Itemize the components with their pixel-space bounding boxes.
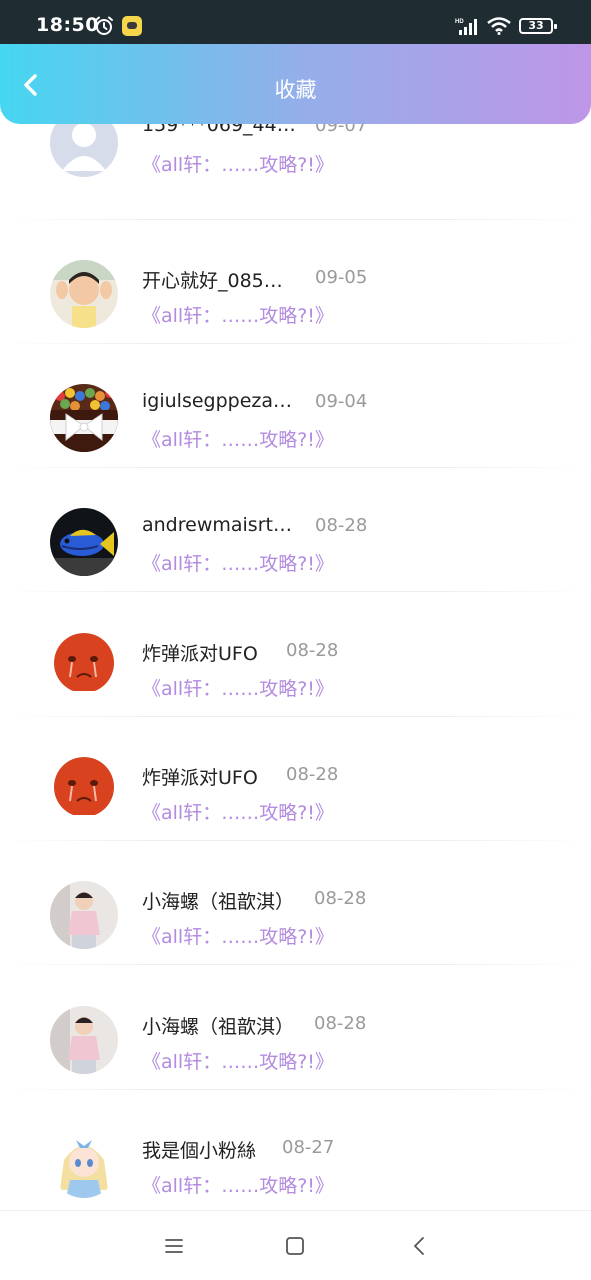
- svg-text:HD: HD: [455, 19, 464, 25]
- date: 09-05: [315, 267, 368, 288]
- crying-tomato-avatar: [50, 633, 118, 701]
- default-person-avatar: [50, 124, 118, 177]
- wifi-icon: [487, 17, 511, 35]
- list-item[interactable]: igiulsegppeza… 09-04 《all轩：……攻略?!》: [0, 344, 591, 468]
- username: 小海螺（祖歆淇）: [142, 891, 295, 913]
- back-triangle-icon[interactable]: [408, 1235, 430, 1257]
- list-item[interactable]: 我是個小粉絲 08-27 《all轩：……攻略?!》: [0, 1090, 591, 1210]
- system-nav-bar: [0, 1210, 591, 1280]
- username: 炸弹派对UFO: [142, 767, 258, 789]
- home-square-icon[interactable]: [284, 1235, 306, 1257]
- notes-app-icon: [122, 16, 142, 36]
- list-item[interactable]: 开心就好_085… 09-05 《all轩：……攻略?!》: [0, 220, 591, 344]
- date: 08-28: [286, 640, 339, 661]
- battery-level: 33: [528, 19, 544, 32]
- status-bar: 18:50 HD 33: [0, 0, 591, 44]
- username: 开心就好_085…: [142, 270, 283, 292]
- post-title-link[interactable]: 《all轩：……攻略?!》: [142, 798, 334, 825]
- favorites-list[interactable]: 159***069_44… 09-07 《all轩：……攻略?!》 开心就好_0…: [0, 124, 591, 1210]
- divider: [0, 964, 591, 965]
- post-title-link[interactable]: 《all轩：……攻略?!》: [142, 150, 334, 177]
- date: 08-28: [314, 888, 367, 909]
- date: 08-28: [286, 764, 339, 785]
- hd-signal-icon: HD: [455, 17, 479, 35]
- child-photo-avatar: [50, 260, 118, 328]
- username: 炸弹派对UFO: [142, 643, 258, 665]
- candy-cake-avatar: [50, 384, 118, 452]
- tropical-fish-avatar: [50, 508, 118, 576]
- username: igiulsegppeza…: [142, 390, 293, 412]
- list-item[interactable]: 炸弹派对UFO 08-28 《all轩：……攻略?!》: [0, 593, 591, 717]
- status-time: 18:50: [36, 14, 99, 36]
- date: 08-28: [315, 515, 368, 536]
- list-item[interactable]: 炸弹派对UFO 08-28 《all轩：……攻略?!》: [0, 717, 591, 841]
- post-title-link[interactable]: 《all轩：……攻略?!》: [142, 1171, 334, 1198]
- date: 08-28: [314, 1013, 367, 1034]
- favorites-screen: 18:50 HD 33 收藏 159***069_44… 09-07 《all轩…: [0, 0, 591, 1280]
- divider: [0, 591, 591, 592]
- crying-tomato-avatar: [50, 757, 118, 825]
- title-bar: 收藏: [0, 44, 591, 124]
- date: 08-27: [282, 1137, 335, 1158]
- post-title-link[interactable]: 《all轩：……攻略?!》: [142, 301, 334, 328]
- page-title: 收藏: [274, 78, 317, 102]
- post-title-link[interactable]: 《all轩：……攻略?!》: [142, 922, 334, 949]
- person-pink-shirt-avatar: [50, 881, 118, 949]
- username: 我是個小粉絲: [142, 1140, 257, 1162]
- alarm-icon: [94, 16, 114, 36]
- username: andrewmaisrt…: [142, 514, 292, 536]
- post-title-link[interactable]: 《all轩：……攻略?!》: [142, 425, 334, 452]
- post-title-link[interactable]: 《all轩：……攻略?!》: [142, 674, 334, 701]
- battery-icon: 33: [519, 18, 557, 34]
- list-item[interactable]: 小海螺（祖歆淇） 08-28 《all轩：……攻略?!》: [0, 841, 591, 965]
- date: 09-07: [315, 124, 368, 136]
- list-item[interactable]: andrewmaisrt… 08-28 《all轩：……攻略?!》: [0, 468, 591, 592]
- post-title-link[interactable]: 《all轩：……攻略?!》: [142, 549, 334, 576]
- anime-girl-avatar: [50, 1130, 118, 1198]
- person-pink-shirt-avatar: [50, 1006, 118, 1074]
- list-item[interactable]: 小海螺（祖歆淇） 08-28 《all轩：……攻略?!》: [0, 966, 591, 1090]
- date: 09-04: [315, 391, 368, 412]
- menu-icon[interactable]: [163, 1235, 185, 1257]
- username: 159***069_44…: [142, 124, 296, 136]
- list-item[interactable]: 159***069_44… 09-07 《all轩：……攻略?!》: [0, 124, 591, 220]
- post-title-link[interactable]: 《all轩：……攻略?!》: [142, 1047, 334, 1074]
- username: 小海螺（祖歆淇）: [142, 1016, 295, 1038]
